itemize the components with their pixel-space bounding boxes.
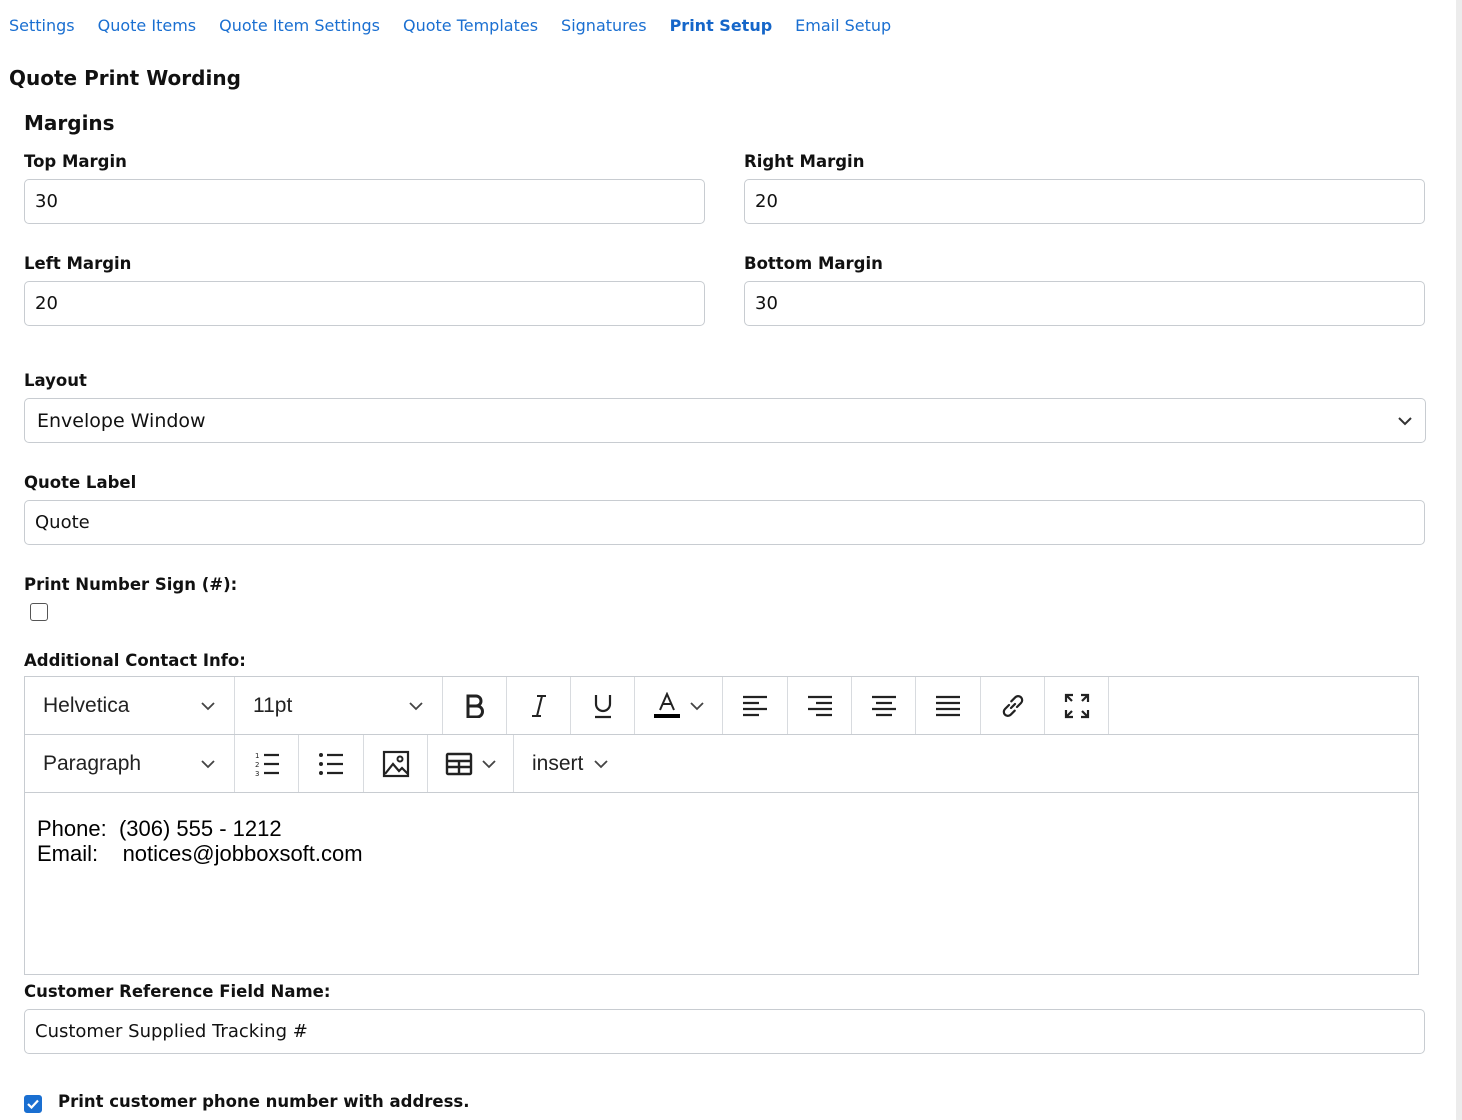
- fullscreen-icon: [1064, 693, 1089, 718]
- svg-text:3: 3: [255, 770, 259, 777]
- contact-info-label: Additional Contact Info:: [24, 651, 246, 670]
- print-number-sign-checkbox[interactable]: [30, 603, 48, 621]
- tab-signatures[interactable]: Signatures: [561, 14, 647, 38]
- tab-print-setup[interactable]: Print Setup: [670, 14, 773, 38]
- top-margin-label: Top Margin: [24, 152, 127, 171]
- italic-button[interactable]: [507, 677, 571, 734]
- print-phone-label: Print customer phone number with address…: [58, 1092, 470, 1111]
- tab-settings[interactable]: Settings: [9, 14, 75, 38]
- chevron-down-icon: [409, 701, 423, 710]
- left-margin-label: Left Margin: [24, 254, 132, 273]
- italic-icon: [531, 694, 546, 717]
- align-right-button[interactable]: [788, 677, 852, 734]
- rich-text-editor: Helvetica 11pt Paragraph 1 2 3 insert Ph…: [24, 676, 1419, 975]
- underline-icon: [594, 694, 611, 718]
- page-title: Quote Print Wording: [9, 66, 241, 90]
- chevron-down-icon: [1398, 416, 1412, 425]
- bottom-margin-input[interactable]: [744, 281, 1425, 326]
- scrollbar-track[interactable]: [1456, 0, 1462, 1120]
- tab-quote-templates[interactable]: Quote Templates: [403, 14, 538, 38]
- align-center-button[interactable]: [852, 677, 916, 734]
- link-icon: [1002, 694, 1023, 717]
- layout-selected-value: Envelope Window: [37, 409, 206, 432]
- bullet-list-icon: [319, 752, 343, 775]
- insert-image-button[interactable]: [364, 735, 428, 792]
- align-center-icon: [871, 695, 896, 716]
- text-color-icon: [653, 691, 680, 718]
- font-size-value: 11pt: [253, 693, 293, 717]
- chevron-down-icon: [689, 701, 704, 710]
- checkmark-icon: [27, 1099, 39, 1109]
- contact-phone-line: Phone: (306) 555 - 1212: [37, 816, 282, 841]
- fullscreen-button[interactable]: [1045, 677, 1109, 734]
- svg-text:1: 1: [255, 752, 259, 760]
- bold-icon: [466, 694, 484, 718]
- text-color-button[interactable]: [635, 677, 723, 734]
- editor-content-area[interactable]: Phone: (306) 555 - 1212 Email: notices@j…: [25, 794, 1418, 974]
- left-margin-input[interactable]: [24, 281, 705, 326]
- block-format-dropdown[interactable]: Paragraph: [25, 735, 235, 792]
- top-margin-input[interactable]: [24, 179, 705, 224]
- tab-quote-items[interactable]: Quote Items: [98, 14, 196, 38]
- insert-table-button[interactable]: [428, 735, 514, 792]
- align-justify-button[interactable]: [916, 677, 981, 734]
- font-family-value: Helvetica: [43, 693, 130, 717]
- align-justify-icon: [936, 695, 960, 716]
- settings-tabs: Settings Quote Items Quote Item Settings…: [9, 14, 914, 38]
- customer-ref-label: Customer Reference Field Name:: [24, 982, 331, 1001]
- right-margin-label: Right Margin: [744, 152, 865, 171]
- chevron-down-icon: [201, 701, 215, 710]
- customer-ref-input[interactable]: [24, 1009, 1425, 1054]
- insert-menu-label: insert: [532, 751, 584, 775]
- print-number-sign-label: Print Number Sign (#):: [24, 575, 238, 594]
- bottom-margin-label: Bottom Margin: [744, 254, 883, 273]
- chevron-down-icon: [594, 759, 608, 768]
- svg-text:2: 2: [255, 761, 259, 769]
- block-format-value: Paragraph: [43, 751, 142, 775]
- insert-link-button[interactable]: [981, 677, 1045, 734]
- bold-button[interactable]: [443, 677, 507, 734]
- bullet-list-button[interactable]: [299, 735, 364, 792]
- table-icon: [445, 752, 472, 775]
- underline-button[interactable]: [571, 677, 635, 734]
- align-left-button[interactable]: [723, 677, 788, 734]
- right-margin-input[interactable]: [744, 179, 1425, 224]
- editor-toolbar-row-2: Paragraph 123 insert: [25, 735, 1418, 793]
- numbered-list-icon: 123: [255, 752, 279, 777]
- chevron-down-icon: [481, 759, 496, 768]
- layout-select[interactable]: Envelope Window: [24, 398, 1426, 443]
- align-right-icon: [807, 695, 832, 716]
- insert-menu-dropdown[interactable]: insert: [514, 735, 634, 792]
- tab-quote-item-settings[interactable]: Quote Item Settings: [219, 14, 380, 38]
- margins-heading: Margins: [24, 111, 115, 135]
- quote-label-label: Quote Label: [24, 473, 137, 492]
- font-family-dropdown[interactable]: Helvetica: [25, 677, 235, 734]
- chevron-down-icon: [201, 759, 215, 768]
- align-left-icon: [743, 695, 767, 716]
- layout-label: Layout: [24, 371, 87, 390]
- numbered-list-button[interactable]: 123: [235, 735, 299, 792]
- font-size-dropdown[interactable]: 11pt: [235, 677, 443, 734]
- editor-toolbar-row-1: Helvetica 11pt: [25, 677, 1418, 735]
- image-icon: [382, 750, 409, 777]
- tab-email-setup[interactable]: Email Setup: [795, 14, 891, 38]
- contact-email-line: Email: notices@jobboxsoft.com: [37, 841, 363, 866]
- print-phone-checkbox[interactable]: [24, 1095, 42, 1113]
- quote-label-input[interactable]: [24, 500, 1425, 545]
